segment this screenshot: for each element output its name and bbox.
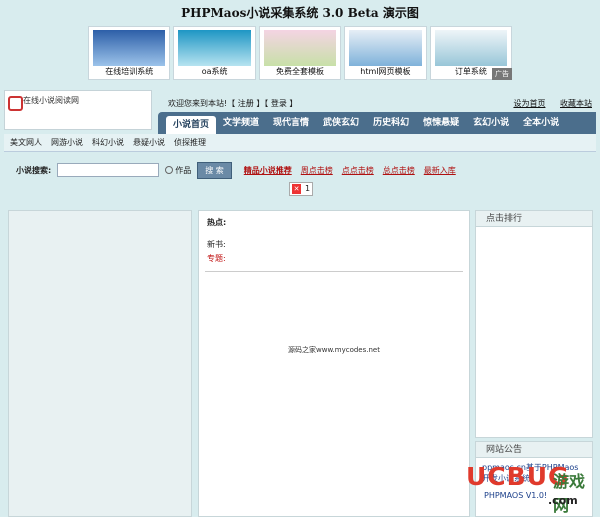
ad-tag: 广告 (492, 68, 513, 80)
broken-image-label: 1 (305, 184, 311, 193)
ad-thumbnail (349, 30, 422, 66)
register-link[interactable]: 注册 (238, 99, 254, 108)
logo-text: 在线小说阅读网 (23, 96, 79, 105)
center-panel: 热点: 新书: 专题: 源码之家www.mycodes.net (198, 210, 470, 517)
rank-title: 点击排行 (476, 211, 592, 227)
ad-thumbnail (178, 30, 251, 66)
notice-title: 网站公告 (476, 442, 592, 458)
watermark-text: 源码之家www.mycodes.net (288, 346, 380, 354)
nav-fantasy[interactable]: 玄幻小说 (466, 112, 516, 134)
welcome-bar: 欢迎您来到本站!【 注册 】【 登录 】 (168, 98, 297, 109)
ad-thumbnail (93, 30, 166, 66)
ad-templates[interactable]: 免费全套模板 (258, 26, 342, 80)
welcome-separator: 】【 (256, 99, 269, 108)
broken-image-icon: ✕ (292, 184, 301, 194)
ad-caption: 免费全套模板 (276, 67, 325, 76)
nav-thriller[interactable]: 惊悚悬疑 (416, 112, 466, 134)
page-title: PHPMaos小说采集系统 3.0 Beta 演示图 (181, 6, 419, 20)
search-button[interactable]: 搜 索 (197, 161, 232, 179)
nav-literature[interactable]: 文学频道 (216, 112, 266, 134)
left-panel (8, 210, 192, 517)
hot-links: 精品小说推荐 周点击榜 点点击榜 总点击榜 最新入库 (244, 165, 456, 176)
new-book-label: 新书: (207, 240, 226, 249)
favorite-link[interactable]: 收藏本站 (560, 99, 592, 108)
top-links: 设为首页 收藏本站 (501, 98, 592, 109)
works-radio-label: 作品 (175, 165, 192, 175)
hot-link[interactable]: 总点击榜 (383, 165, 415, 176)
welcome-close: 】 (289, 99, 298, 108)
ucbug-domain: .com (548, 494, 578, 507)
subnav-item[interactable]: 侦探推理 (174, 137, 206, 148)
login-link[interactable]: 登录 (271, 99, 287, 108)
nav-wuxia[interactable]: 武侠玄幻 (316, 112, 366, 134)
subnav-item[interactable]: 网游小说 (51, 137, 83, 148)
hot-link[interactable]: 周点击榜 (301, 165, 333, 176)
rank-panel: 点击排行 (475, 210, 593, 438)
hot-link[interactable]: 点点击榜 (342, 165, 374, 176)
ad-orders[interactable]: 订单系统 广告 (429, 26, 513, 80)
subnav-item[interactable]: 悬疑小说 (133, 137, 165, 148)
nav-home[interactable]: 小说首页 (166, 116, 217, 134)
sub-nav: 美文网人 网游小说 科幻小说 悬疑小说 侦探推理 (4, 134, 596, 152)
ad-training[interactable]: 在线培训系统 (88, 26, 171, 80)
hot-link[interactable]: 最新入库 (424, 165, 456, 176)
ad-strip: 在线培训系统 oa系统 免费全套模板 html网页模板 订单系统 广告 (88, 26, 513, 80)
ucbug-game-text: 游戏网 (553, 472, 586, 515)
ad-html-templates[interactable]: html网页模板 (344, 26, 427, 80)
ad-oa[interactable]: oa系统 (173, 26, 256, 80)
nav-complete[interactable]: 全本小说 (516, 112, 566, 134)
ad-caption: html网页模板 (360, 67, 411, 76)
ucbug-watermark-logo: UCBUG 游戏网 PHPMAOS V1.0! .com (466, 460, 600, 517)
site-logo[interactable]: 在线小说阅读网 (4, 90, 152, 130)
search-input[interactable] (57, 163, 160, 177)
ad-caption: oa系统 (201, 67, 228, 76)
subnav-item[interactable]: 科幻小说 (92, 137, 124, 148)
works-radio[interactable] (165, 166, 174, 174)
search-bar: 小说搜索: 作品 搜 索 精品小说推荐 周点击榜 点点击榜 总点击榜 最新入库 (4, 158, 596, 182)
subnav-item[interactable]: 美文网人 (10, 137, 42, 148)
topic-label: 专题: (207, 254, 226, 263)
main-nav: 小说首页 文学频道 现代言情 武侠玄幻 历史科幻 惊悚悬疑 玄幻小说 全本小说 (158, 112, 596, 134)
ad-thumbnail (434, 30, 508, 66)
nav-history-scifi[interactable]: 历史科幻 (366, 112, 416, 134)
hot-label: 热点: (207, 218, 227, 227)
logo-icon (8, 96, 23, 111)
welcome-text: 欢迎您来到本站!【 (168, 99, 236, 108)
divider (205, 271, 463, 272)
ad-thumbnail (263, 30, 337, 66)
search-label: 小说搜索: (16, 165, 52, 175)
ad-caption: 在线培训系统 (105, 67, 154, 76)
ucbug-sub-text: PHPMAOS V1.0! (484, 491, 548, 500)
hot-link[interactable]: 精品小说推荐 (244, 165, 292, 176)
broken-image: ✕ 1 (289, 182, 313, 196)
set-home-link[interactable]: 设为首页 (513, 99, 545, 108)
nav-romance[interactable]: 现代言情 (266, 112, 316, 134)
